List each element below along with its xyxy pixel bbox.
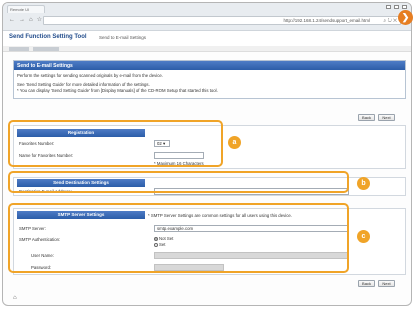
minimize-button[interactable] bbox=[386, 5, 391, 9]
next-button[interactable]: Next bbox=[378, 114, 395, 121]
back-button[interactable]: Back bbox=[358, 114, 375, 121]
callout-b-badge: b bbox=[357, 177, 370, 190]
window-controls bbox=[386, 5, 407, 9]
intro-line: * You can display 'Send Setting Guide' f… bbox=[17, 88, 218, 93]
address-url: http://192.168.1.24/sendsupport_email.ht… bbox=[283, 18, 370, 23]
intro-title: Send to E-mail Settings bbox=[14, 61, 405, 70]
callout-a-frame bbox=[8, 120, 223, 167]
intro-panel: Send to E-mail Settings Perform the sett… bbox=[13, 60, 406, 99]
breadcrumb bbox=[3, 46, 411, 52]
forward-arrow-icon[interactable]: → bbox=[19, 17, 25, 24]
callout-c-frame bbox=[8, 203, 349, 273]
main-content: Send to E-mail Settings Perform the sett… bbox=[13, 60, 406, 99]
bottom-nav-buttons: Back Next bbox=[358, 280, 395, 287]
footer-home-icon[interactable]: ⌂ bbox=[13, 295, 17, 301]
callout-c-badge: c bbox=[357, 230, 370, 243]
next-button[interactable]: Next bbox=[378, 280, 395, 287]
maximize-button[interactable] bbox=[394, 5, 399, 9]
top-nav-buttons: Back Next bbox=[358, 114, 395, 121]
app-title: Send Function Setting Tool bbox=[9, 34, 87, 40]
address-bar[interactable]: http://192.168.1.24/sendsupport_email.ht… bbox=[43, 16, 401, 25]
breadcrumb-item[interactable] bbox=[9, 47, 29, 51]
go-arrow-icon[interactable]: ❯ bbox=[398, 10, 413, 25]
app-header: Send Function Setting Tool Send to E-mai… bbox=[3, 31, 411, 46]
back-button[interactable]: Back bbox=[358, 280, 375, 287]
home-icon[interactable]: ⌂ bbox=[29, 17, 33, 24]
star-icon[interactable]: ☆ bbox=[37, 17, 42, 24]
address-bar-icons[interactable]: ⌕ ↻ ✕ bbox=[383, 18, 397, 24]
close-button[interactable] bbox=[402, 5, 407, 9]
page-subtitle: Send to E-mail Settings bbox=[99, 35, 147, 40]
breadcrumb-item[interactable] bbox=[33, 47, 59, 51]
callout-a-badge: a bbox=[228, 136, 241, 149]
callout-b-frame bbox=[8, 171, 349, 193]
browser-tab[interactable]: Remote UI bbox=[7, 5, 45, 13]
intro-body: Perform the settings for sending scanned… bbox=[14, 70, 405, 98]
back-arrow-icon[interactable]: ← bbox=[9, 17, 15, 24]
browser-chrome: Remote UI ← → ⌂ ☆ ↻ http://192.168.1.24/… bbox=[3, 3, 411, 31]
